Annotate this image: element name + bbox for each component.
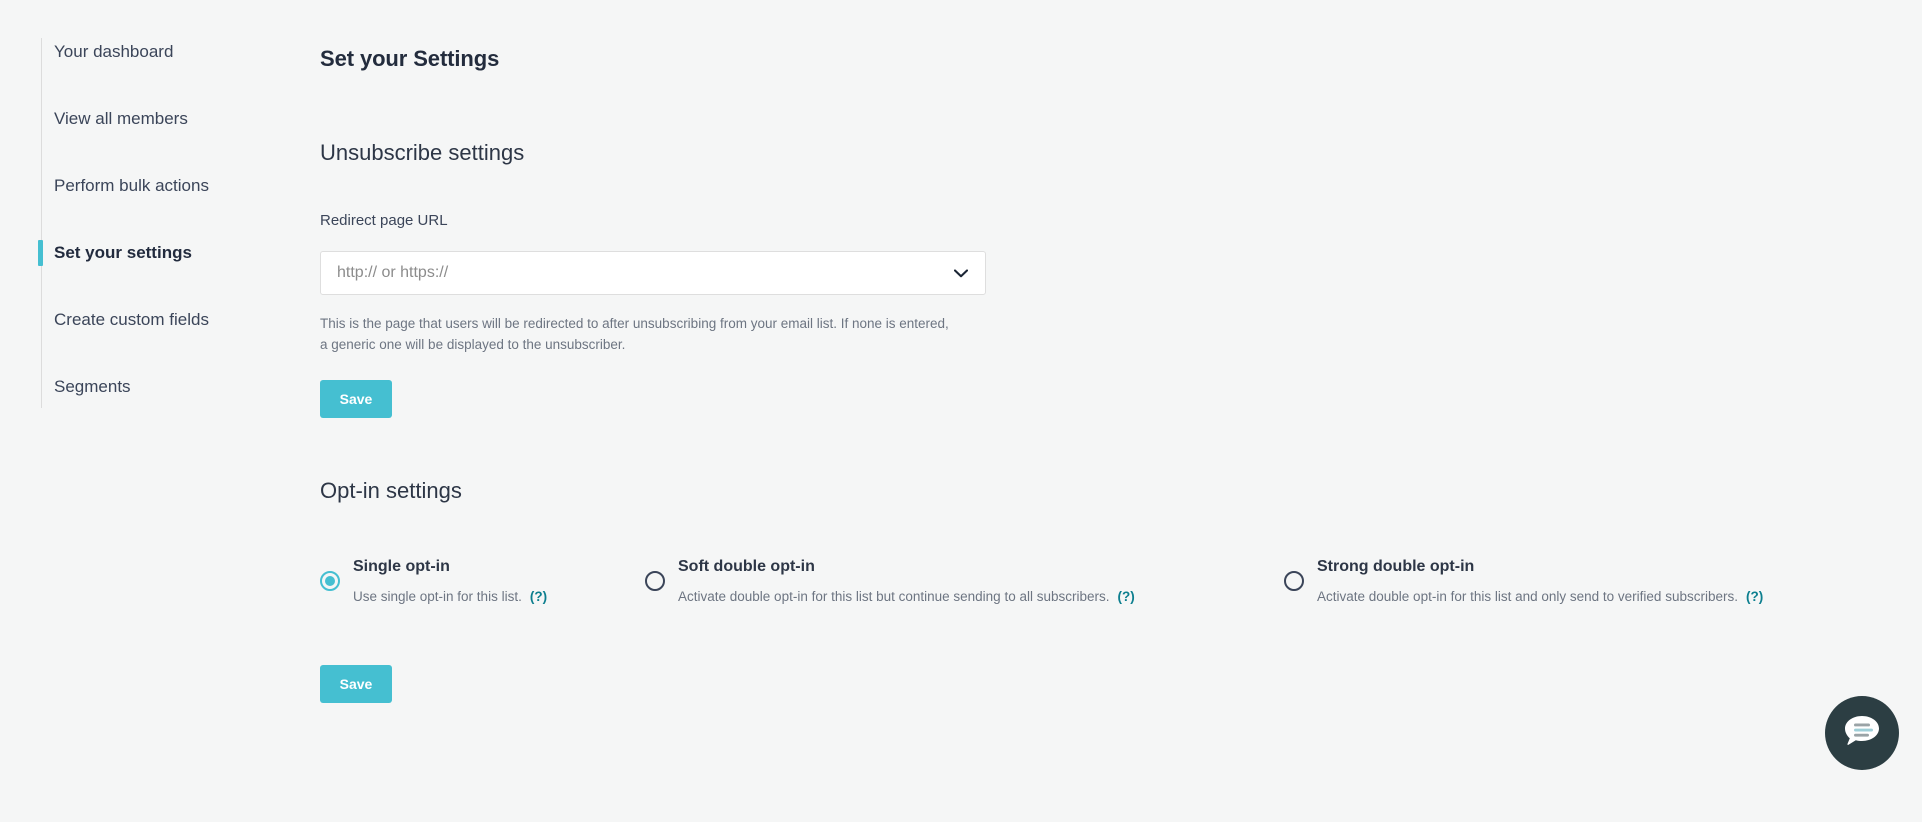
optin-option-single[interactable]: Single opt-in Use single opt-in for this… [320, 548, 547, 606]
page-title: Set your Settings [320, 46, 500, 71]
optin-option-description: Activate double opt-in for this list and… [1317, 589, 1738, 604]
chevron-down-icon[interactable] [953, 265, 969, 281]
optin-option-description-row: Activate double opt-in for this list but… [678, 588, 1135, 606]
radio-soft-double-opt-in[interactable] [645, 571, 665, 591]
chat-widget-button[interactable] [1825, 696, 1899, 770]
optin-option-name: Strong double opt-in [1317, 558, 1475, 575]
optin-option-description: Use single opt-in for this list. [353, 589, 522, 604]
settings-page: Your dashboard View all members Perform … [0, 0, 1922, 822]
chat-bubble-icon [1842, 713, 1882, 754]
sidebar-item-segments[interactable]: Segments [38, 373, 298, 401]
optin-option-name: Soft double opt-in [678, 558, 815, 575]
optin-options-group: Single opt-in Use single opt-in for this… [320, 548, 1875, 618]
redirect-url-placeholder: http:// or https:// [337, 264, 449, 281]
optin-option-description-row: Activate double opt-in for this list and… [1317, 588, 1763, 606]
sidebar-item-label: Perform bulk actions [54, 176, 209, 195]
sidebar-item-perform-bulk-actions[interactable]: Perform bulk actions [38, 172, 298, 200]
active-indicator-bar [38, 240, 43, 266]
sidebar-item-label: View all members [54, 109, 188, 128]
sidebar-item-label: Your dashboard [54, 42, 174, 61]
sidebar: Your dashboard View all members Perform … [38, 38, 298, 408]
main-content: Set your Settings Unsubscribe settings R… [320, 0, 1922, 822]
sidebar-item-label: Create custom fields [54, 310, 209, 329]
optin-option-texts: Soft double opt-in Activate double opt-i… [678, 548, 1135, 606]
optin-settings-heading: Opt-in settings [320, 478, 462, 503]
optin-option-texts: Strong double opt-in Activate double opt… [1317, 548, 1763, 606]
optin-option-strong-double[interactable]: Strong double opt-in Activate double opt… [1284, 548, 1763, 606]
help-icon[interactable]: (?) [1118, 589, 1135, 604]
help-icon[interactable]: (?) [1746, 589, 1763, 604]
optin-option-description-row: Use single opt-in for this list. (?) [353, 588, 547, 606]
save-optin-settings-button[interactable]: Save [320, 665, 392, 703]
sidebar-item-label: Set your settings [54, 243, 192, 262]
sidebar-item-your-dashboard[interactable]: Your dashboard [38, 38, 298, 66]
radio-strong-double-opt-in[interactable] [1284, 571, 1304, 591]
optin-option-description: Activate double opt-in for this list but… [678, 589, 1110, 604]
redirect-url-help-text: This is the page that users will be redi… [320, 316, 949, 352]
save-unsubscribe-settings-button[interactable]: Save [320, 380, 392, 418]
sidebar-item-label: Segments [54, 377, 131, 396]
sidebar-item-create-custom-fields[interactable]: Create custom fields [38, 306, 298, 334]
optin-option-texts: Single opt-in Use single opt-in for this… [353, 548, 547, 606]
help-icon[interactable]: (?) [530, 589, 547, 604]
optin-option-soft-double[interactable]: Soft double opt-in Activate double opt-i… [645, 548, 1135, 606]
radio-single-opt-in[interactable] [320, 571, 340, 591]
redirect-url-input[interactable]: http:// or https:// [320, 251, 986, 295]
sidebar-divider [41, 38, 42, 408]
sidebar-item-view-all-members[interactable]: View all members [38, 105, 298, 133]
optin-option-name: Single opt-in [353, 558, 450, 575]
redirect-url-label: Redirect page URL [320, 212, 448, 229]
unsubscribe-settings-heading: Unsubscribe settings [320, 140, 525, 165]
sidebar-item-set-your-settings[interactable]: Set your settings [38, 239, 298, 267]
